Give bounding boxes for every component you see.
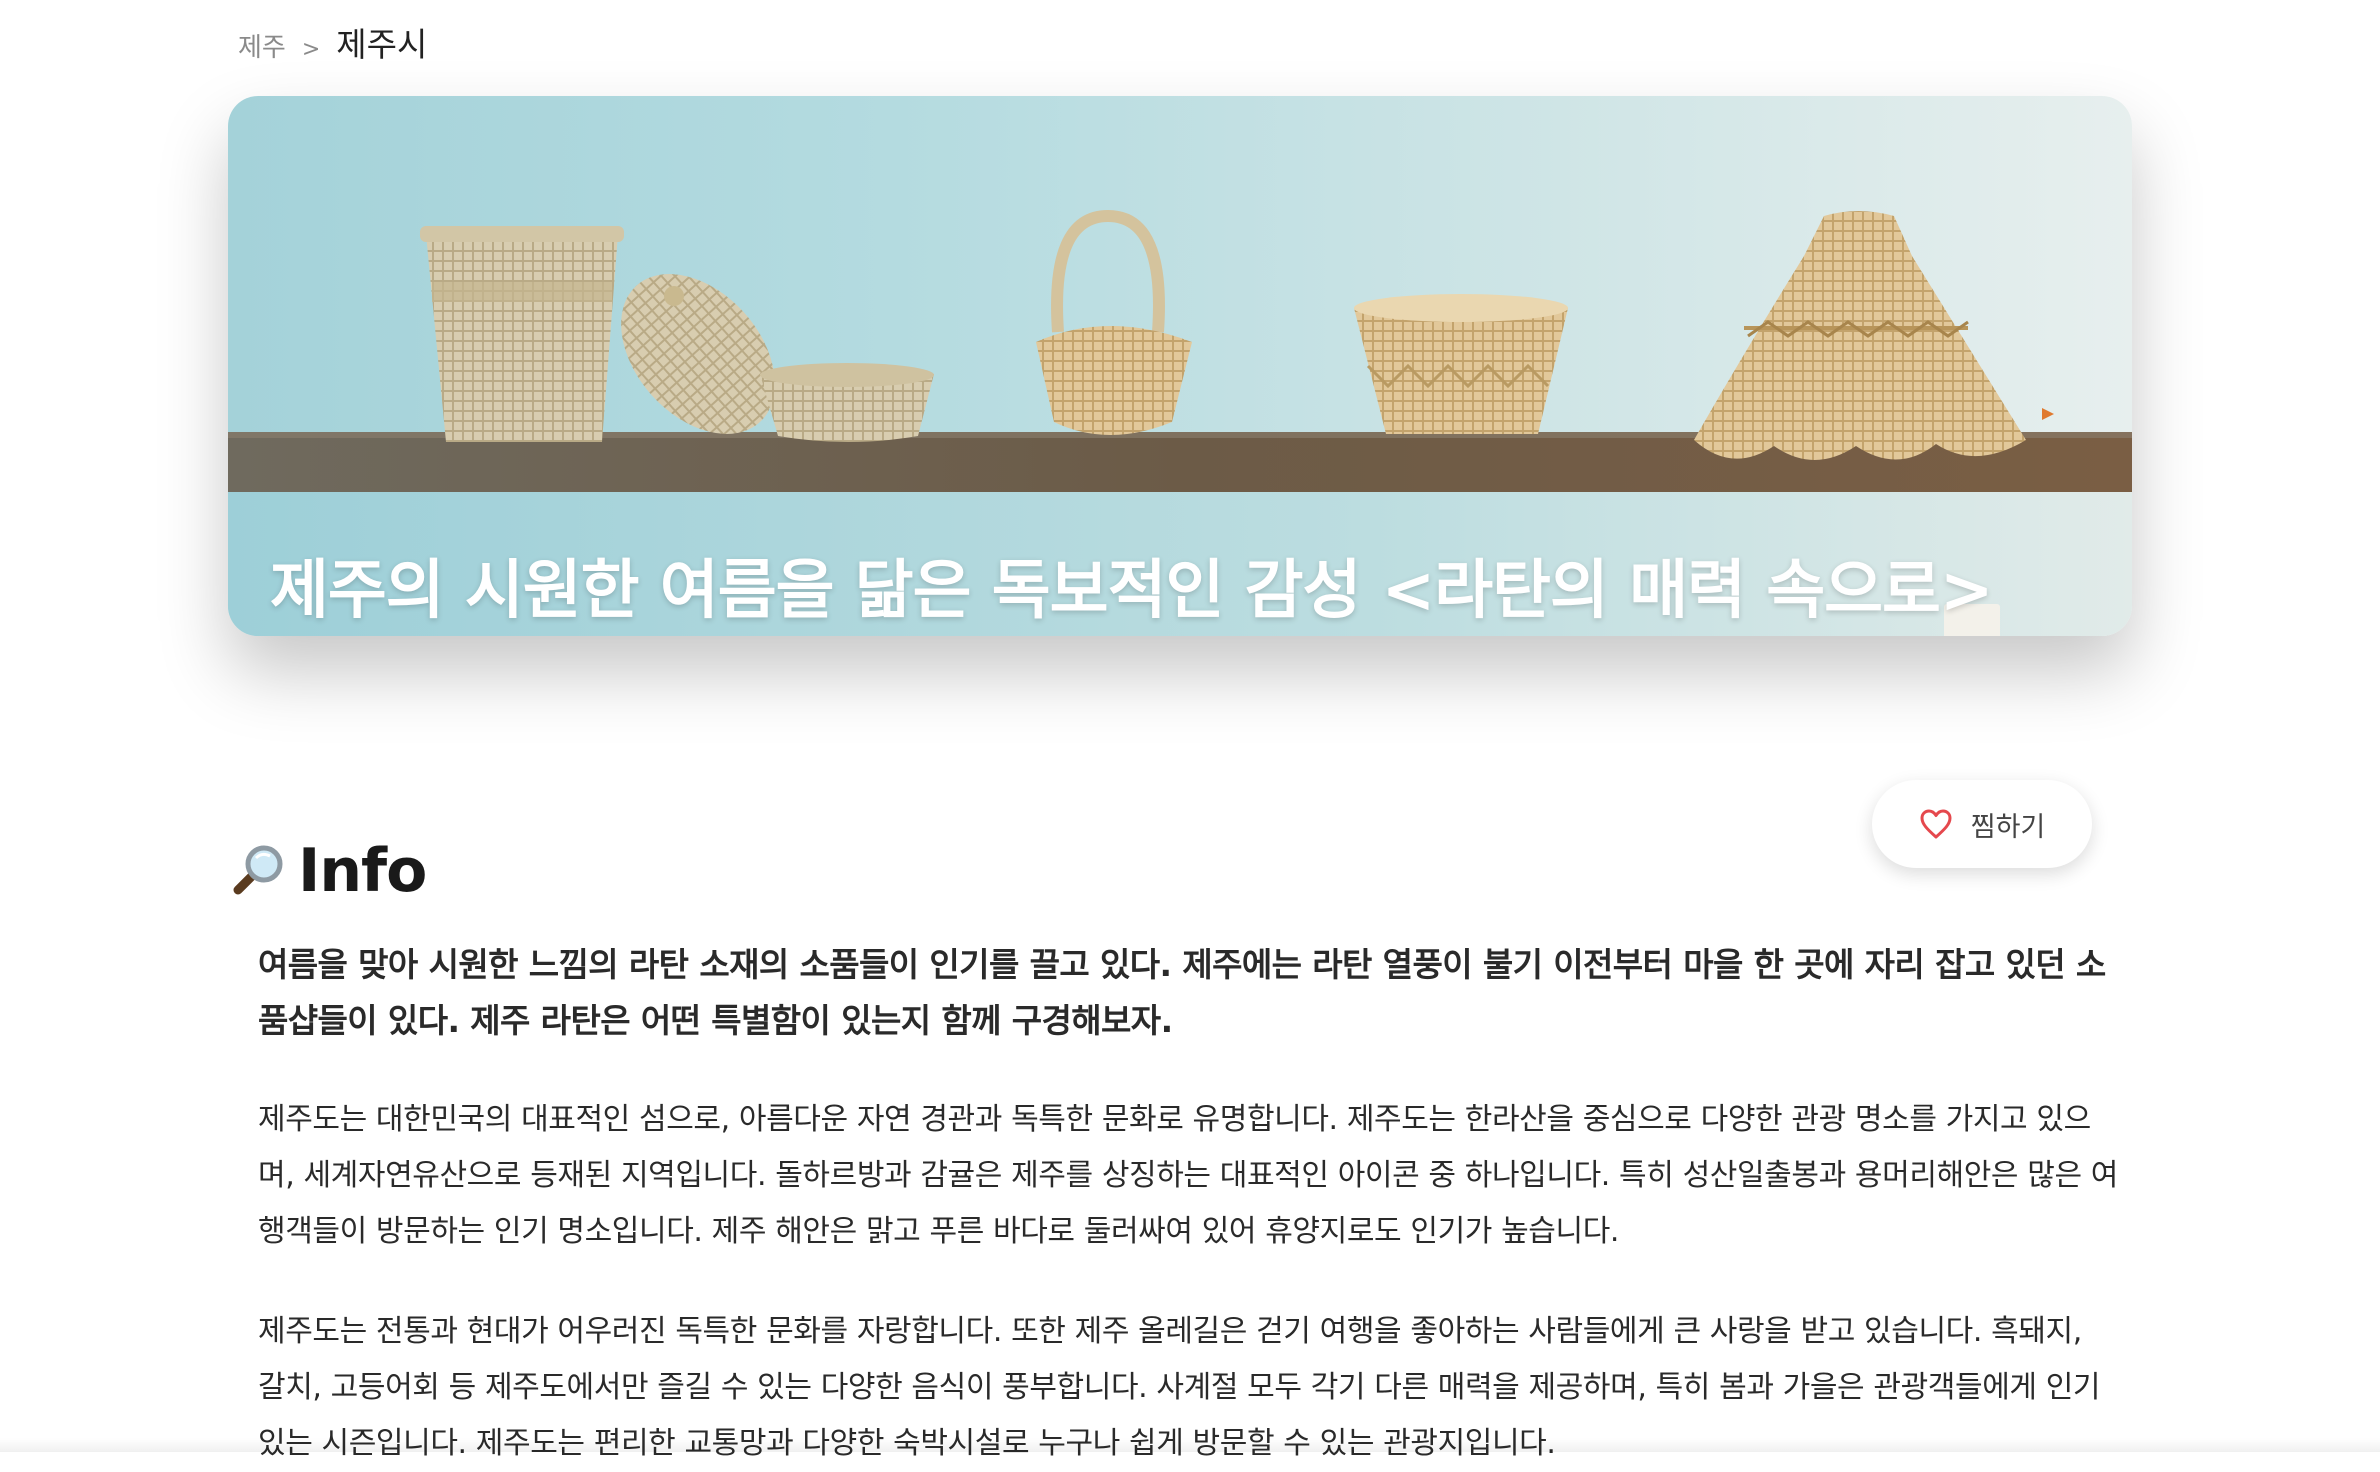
like-button[interactable]: 찜하기 xyxy=(1872,780,2092,868)
breadcrumb-separator: > xyxy=(301,37,321,62)
info-heading: Info xyxy=(226,786,427,956)
breadcrumb: 제주 > 제주시 xyxy=(238,18,427,66)
bottom-edge-shadow xyxy=(0,1438,2380,1452)
body-paragraph: 제주도는 대한민국의 대표적인 섬으로, 아름다운 자연 경관과 독특한 문화로… xyxy=(258,1102,2118,1249)
hero-banner: 제주의 시원한 여름을 닮은 독보적인 감성 <라탄의 매력 속으로> xyxy=(228,96,2132,636)
lead-paragraph: 여름을 맞아 시원한 느낌의 라탄 소재의 소품들이 인기를 끌고 있다. 제주… xyxy=(258,945,2106,1040)
breadcrumb-root-link[interactable]: 제주 xyxy=(238,27,286,64)
hero-title: 제주의 시원한 여름을 닮은 독보적인 감성 <라탄의 매력 속으로> xyxy=(270,553,1994,628)
heart-outline-icon xyxy=(1919,808,1953,840)
like-button-label: 찜하기 xyxy=(1970,811,2046,843)
info-title: Info xyxy=(298,835,427,906)
magnifying-glass-icon xyxy=(226,840,288,902)
breadcrumb-current: 제주시 xyxy=(336,25,428,64)
